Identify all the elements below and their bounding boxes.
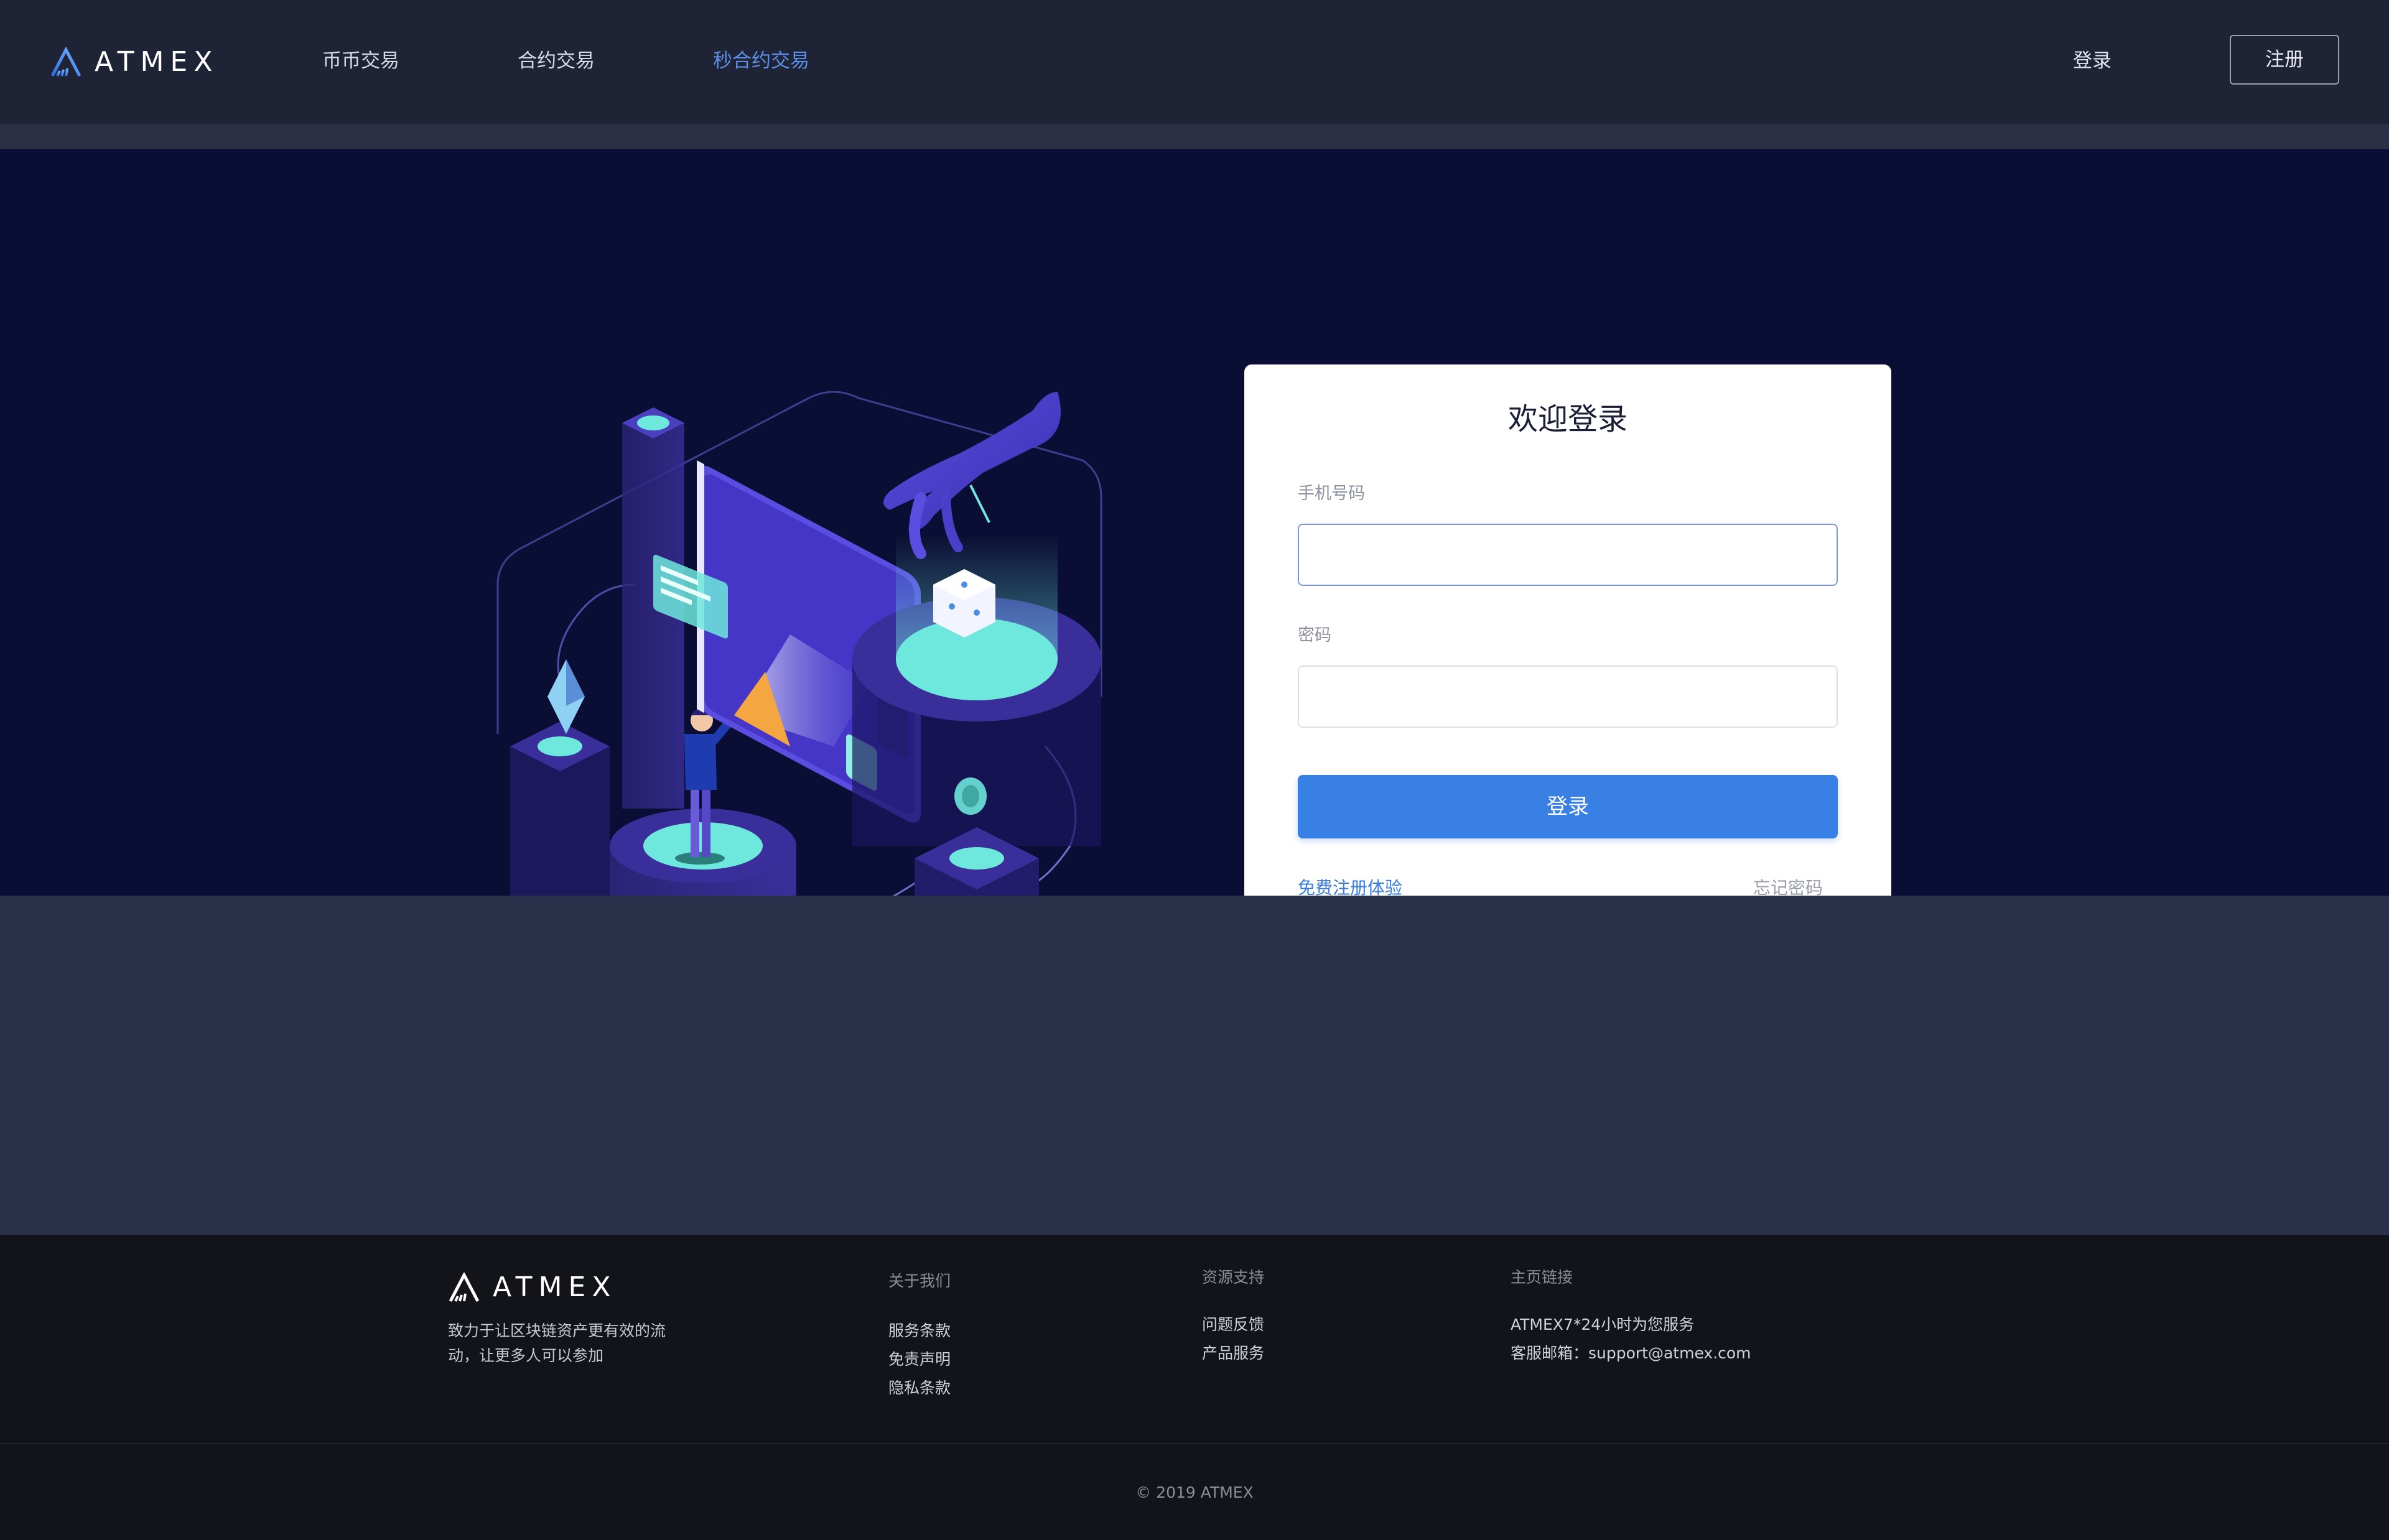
header-login-link[interactable]: 登录 [2073,47,2112,75]
footer-link-disclaimer[interactable]: 免责声明 [888,1348,951,1371]
footer-service-hours: ATMEX7*24小时为您服务 [1511,1315,1695,1334]
password-label: 密码 [1298,626,1331,645]
login-submit-button[interactable]: 登录 [1298,775,1838,838]
atmex-logo-icon [449,1273,480,1302]
footer-homepage-title: 主页链接 [1511,1268,1573,1286]
top-navbar: ATMEX 币币交易 合约交易 秒合约交易 登录 注册 [0,0,2389,124]
footer-link-terms[interactable]: 服务条款 [888,1320,951,1342]
footer-support-email[interactable]: 客服邮箱：support@atmex.com [1511,1342,1751,1365]
hero-section: 欢迎登录 手机号码 密码 登录 免费注册体验 忘记密码 [0,149,2389,995]
phone-label: 手机号码 [1298,484,1365,503]
footer: ATMEX 致力于让区块链资产更有效的流动，让更多人可以参加 关于我们 服务条款… [0,1235,2389,1540]
footer-brand-name: ATMEX [493,1271,617,1303]
footer-logo: ATMEX [448,1270,617,1305]
login-card: 欢迎登录 手机号码 密码 登录 免费注册体验 忘记密码 [1244,364,1891,979]
footer-resources-title: 资源支持 [1202,1268,1265,1286]
content-spacer [0,896,2389,1235]
nav-second-contract-trading[interactable]: 秒合约交易 [713,47,809,75]
phone-input[interactable] [1298,524,1838,586]
nav-contract-trading[interactable]: 合约交易 [518,47,595,75]
brand-name: ATMEX [95,46,219,78]
login-title: 欢迎登录 [1507,402,1628,437]
brand-logo[interactable]: ATMEX [50,45,218,80]
atmex-logo-icon [50,47,81,77]
nav-spot-trading[interactable]: 币币交易 [322,47,399,75]
copyright: © 2019 ATMEX [1135,1483,1254,1501]
header-divider-strip [0,124,2389,149]
footer-link-feedback[interactable]: 问题反馈 [1202,1314,1264,1336]
footer-tagline: 致力于让区块链资产更有效的流动，让更多人可以参加 [448,1322,666,1365]
footer-divider [0,1443,2389,1444]
footer-link-privacy[interactable]: 隐私条款 [888,1377,951,1399]
footer-link-products[interactable]: 产品服务 [1202,1342,1264,1365]
footer-about-title: 关于我们 [888,1272,951,1290]
header-register-button[interactable]: 注册 [2230,35,2339,85]
password-input[interactable] [1298,666,1838,728]
